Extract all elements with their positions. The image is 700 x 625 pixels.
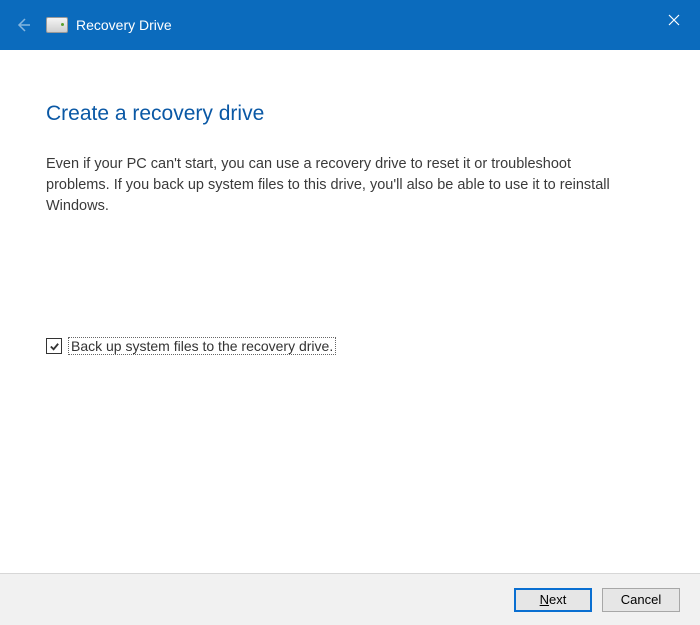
cancel-button[interactable]: Cancel [602,588,680,612]
page-description: Even if your PC can't start, you can use… [46,154,626,217]
backup-checkbox[interactable] [46,338,62,354]
next-button[interactable]: Next [514,588,592,612]
page-heading: Create a recovery drive [46,102,654,126]
content-area: Create a recovery drive Even if your PC … [0,50,700,573]
window-title: Recovery Drive [76,17,172,33]
backup-checkbox-label[interactable]: Back up system files to the recovery dri… [68,337,336,355]
close-icon [668,14,680,26]
back-button[interactable] [14,16,32,34]
drive-icon [46,17,68,33]
back-arrow-icon [15,17,31,33]
wizard-footer: Next Cancel [0,573,700,625]
recovery-drive-wizard: Recovery Drive Create a recovery drive E… [0,0,700,625]
titlebar: Recovery Drive [0,0,700,50]
checkmark-icon [49,341,60,352]
close-button[interactable] [656,6,692,34]
backup-option-row: Back up system files to the recovery dri… [46,337,654,355]
